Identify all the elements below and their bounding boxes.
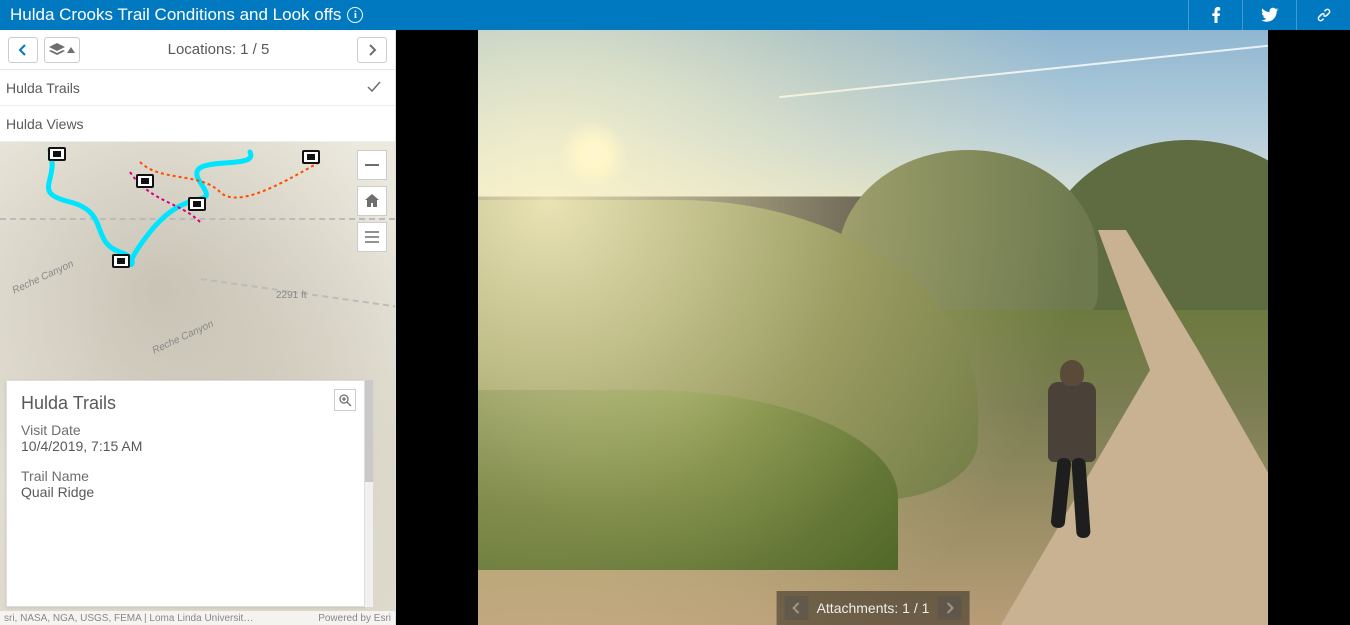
zoom-to-button[interactable] bbox=[334, 389, 356, 411]
locations-counter: Locations: 1 / 5 bbox=[86, 41, 351, 58]
attribution-powered-by[interactable]: Powered by Esri bbox=[318, 613, 391, 624]
caret-up-icon bbox=[67, 47, 75, 53]
home-icon bbox=[364, 193, 380, 209]
popup-field-label: Trail Name bbox=[21, 468, 350, 484]
left-panel: Locations: 1 / 5 Hulda Trails Hulda View… bbox=[0, 30, 396, 625]
popup-field-value: Quail Ridge bbox=[21, 484, 350, 500]
poi-marker[interactable] bbox=[112, 254, 130, 268]
chevron-right-icon bbox=[367, 43, 377, 57]
map-controls bbox=[357, 150, 387, 252]
check-icon bbox=[367, 80, 381, 96]
poi-marker[interactable] bbox=[188, 197, 206, 211]
layers-icon bbox=[49, 43, 65, 57]
layers-button[interactable] bbox=[44, 37, 80, 63]
prev-location-button[interactable] bbox=[8, 37, 38, 63]
app-header: Hulda Crooks Trail Conditions and Look o… bbox=[0, 0, 1350, 30]
info-icon[interactable]: i bbox=[347, 7, 363, 23]
facebook-icon bbox=[1208, 7, 1224, 23]
attribution-sources: sri, NASA, NGA, USGS, FEMA | Loma Linda … bbox=[4, 613, 253, 624]
layer-row-hulda-views[interactable]: Hulda Views bbox=[0, 106, 395, 142]
photo-sun bbox=[558, 120, 628, 190]
share-facebook-button[interactable] bbox=[1188, 0, 1242, 30]
map-attribution: sri, NASA, NGA, USGS, FEMA | Loma Linda … bbox=[0, 611, 395, 625]
app-title: Hulda Crooks Trail Conditions and Look o… bbox=[10, 5, 341, 25]
share-link-button[interactable] bbox=[1296, 0, 1350, 30]
feature-popup: Hulda Trails Visit Date 10/4/2019, 7:15 … bbox=[6, 380, 365, 607]
attachment-viewer: Attachments: 1 / 1 bbox=[396, 30, 1350, 625]
chevron-left-icon bbox=[792, 601, 802, 615]
locations-nav: Locations: 1 / 5 bbox=[0, 30, 395, 70]
layer-label: Hulda Views bbox=[6, 116, 84, 132]
poi-marker[interactable] bbox=[48, 147, 66, 161]
attachment-photo[interactable] bbox=[478, 30, 1268, 625]
link-icon bbox=[1315, 6, 1333, 24]
popup-field-label: Visit Date bbox=[21, 422, 350, 438]
zoom-to-icon bbox=[338, 393, 352, 407]
list-icon bbox=[365, 231, 379, 243]
prev-attachment-button[interactable] bbox=[785, 596, 809, 620]
popup-scrollbar[interactable] bbox=[365, 380, 373, 607]
popup-field-value: 10/4/2019, 7:15 AM bbox=[21, 438, 350, 454]
map-home-button[interactable] bbox=[357, 186, 387, 216]
poi-marker[interactable] bbox=[136, 174, 154, 188]
map[interactable]: Reche Canyon Reche Canyon 2291 ft bbox=[0, 142, 395, 625]
trail-lines bbox=[0, 142, 360, 327]
next-attachment-button[interactable] bbox=[937, 596, 961, 620]
attachments-counter: Attachments: 1 / 1 bbox=[817, 600, 930, 616]
layer-row-hulda-trails[interactable]: Hulda Trails bbox=[0, 70, 395, 106]
layer-label: Hulda Trails bbox=[6, 80, 80, 96]
scrollbar-thumb[interactable] bbox=[365, 380, 373, 482]
chevron-right-icon bbox=[944, 601, 954, 615]
poi-marker[interactable] bbox=[302, 150, 320, 164]
minus-icon bbox=[365, 164, 379, 166]
photo-runner bbox=[1038, 360, 1108, 560]
map-scale-button[interactable] bbox=[357, 150, 387, 180]
attachments-nav: Attachments: 1 / 1 bbox=[777, 591, 970, 625]
chevron-left-icon bbox=[18, 43, 28, 57]
map-legend-button[interactable] bbox=[357, 222, 387, 252]
twitter-icon bbox=[1261, 6, 1279, 24]
popup-title: Hulda Trails bbox=[21, 393, 350, 414]
share-twitter-button[interactable] bbox=[1242, 0, 1296, 30]
next-location-button[interactable] bbox=[357, 37, 387, 63]
